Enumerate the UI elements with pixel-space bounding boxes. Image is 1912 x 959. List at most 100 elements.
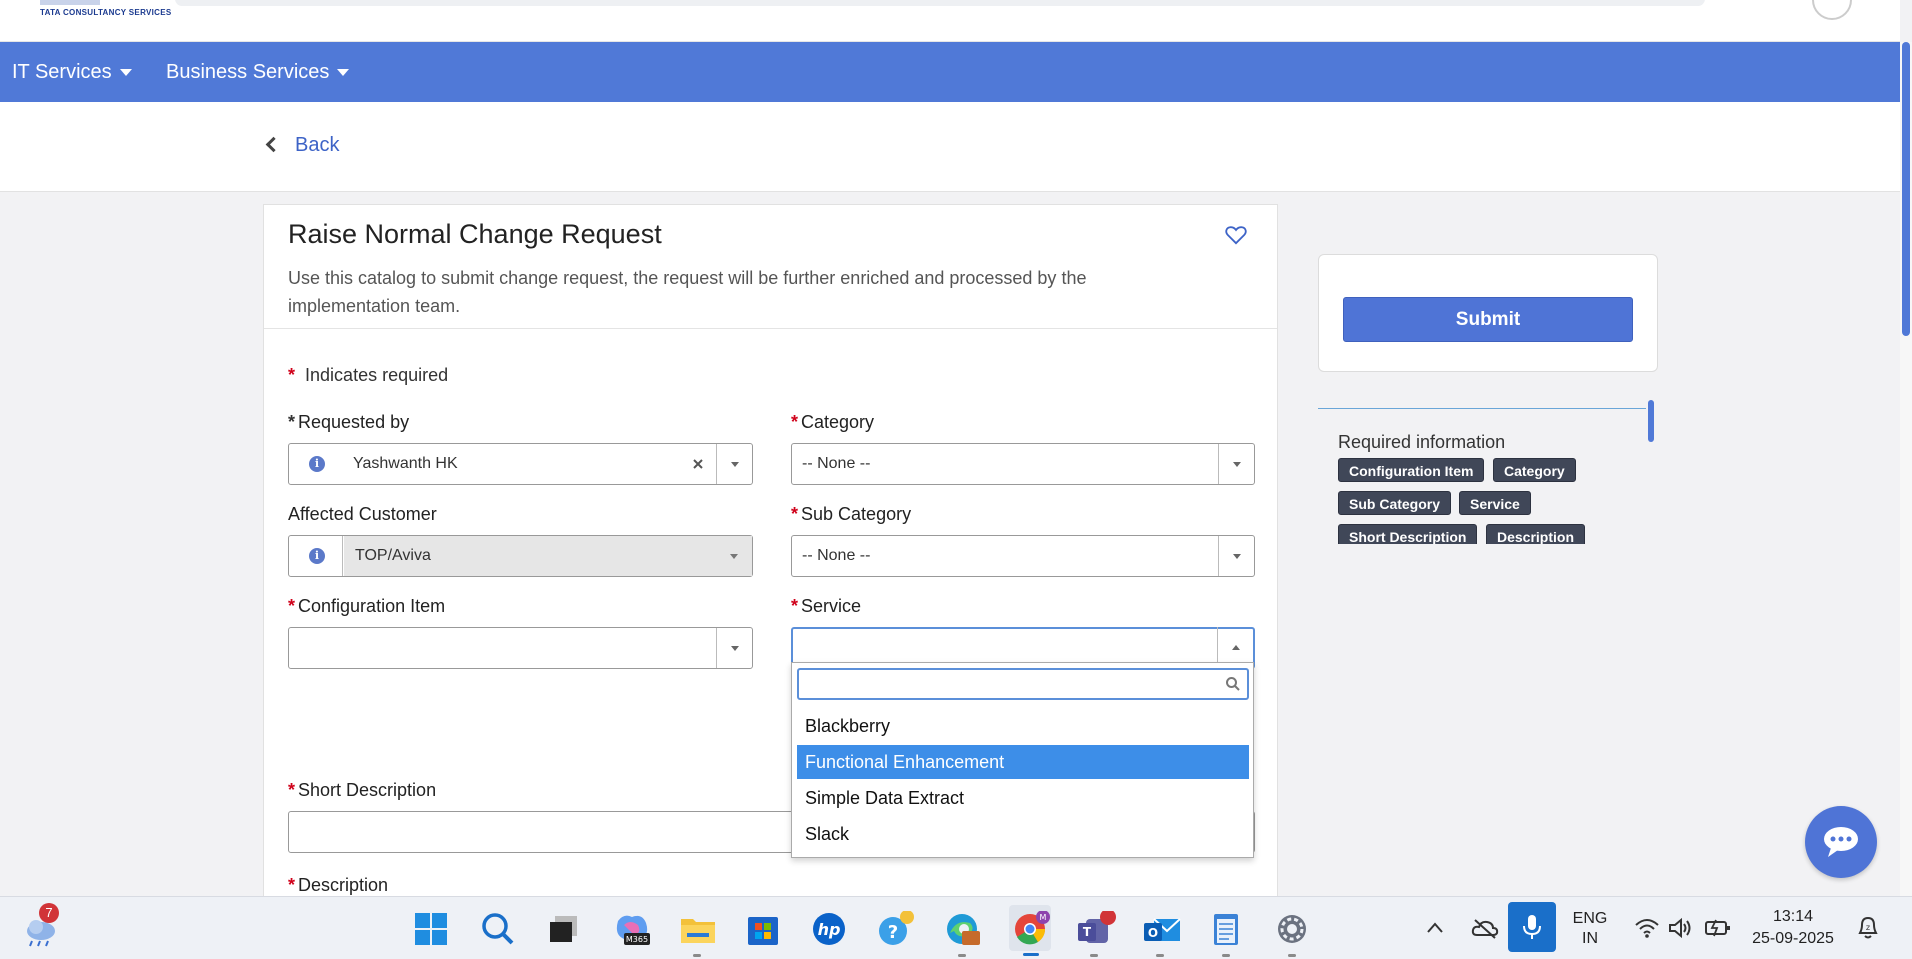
configuration-item-select[interactable] bbox=[288, 627, 753, 669]
requested-by-value: Yashwanth HK bbox=[353, 455, 458, 472]
weather-icon[interactable]: 7 bbox=[22, 903, 59, 947]
microphone-icon[interactable] bbox=[1508, 902, 1556, 952]
settings-icon[interactable] bbox=[1274, 911, 1310, 957]
affected-customer-field[interactable]: i TOP/Aviva bbox=[288, 535, 753, 577]
requested-by-field[interactable]: i Yashwanth HK bbox=[288, 443, 753, 485]
running-indicator bbox=[958, 954, 966, 957]
battery-icon[interactable] bbox=[1704, 918, 1732, 938]
required-tag[interactable]: Category bbox=[1493, 458, 1576, 482]
volume-icon[interactable] bbox=[1668, 917, 1694, 939]
chevron-down-icon[interactable] bbox=[716, 444, 752, 484]
global-search-bar[interactable] bbox=[175, 0, 1705, 6]
chrome-icon[interactable]: M bbox=[1009, 905, 1051, 956]
required-info-panel: Required information Configuration Item … bbox=[1318, 408, 1658, 544]
chevron-up-icon[interactable] bbox=[1217, 627, 1253, 667]
company-logo[interactable]: TATA CONSULTANCY SERVICES bbox=[40, 0, 172, 17]
page-scrollbar[interactable] bbox=[1900, 42, 1912, 896]
chevron-up-icon[interactable] bbox=[1426, 921, 1444, 935]
required-tag[interactable]: Short Description bbox=[1338, 524, 1478, 544]
running-indicator bbox=[1288, 954, 1296, 957]
requested-by-label: * Requested by bbox=[288, 412, 409, 433]
clock-time: 13:14 bbox=[1772, 908, 1814, 925]
required-star: * bbox=[288, 365, 296, 385]
configuration-item-label: * Configuration Item bbox=[288, 596, 445, 617]
language-indicator[interactable]: ENG IN bbox=[1570, 909, 1610, 949]
chevron-left-icon bbox=[265, 136, 282, 153]
chevron-down-icon[interactable] bbox=[716, 628, 752, 668]
description-label-text: Description bbox=[298, 875, 389, 895]
nav-it-services[interactable]: IT Services bbox=[12, 61, 132, 84]
required-star: * bbox=[791, 596, 799, 616]
required-note-text: Indicates required bbox=[305, 365, 449, 385]
notepad-icon[interactable] bbox=[1208, 911, 1244, 957]
edge-icon[interactable] bbox=[944, 911, 980, 957]
file-explorer-icon[interactable] bbox=[679, 911, 715, 957]
svg-text:M: M bbox=[1040, 913, 1047, 922]
store-icon[interactable] bbox=[745, 911, 781, 947]
divider bbox=[1318, 408, 1646, 409]
required-tag[interactable]: Sub Category bbox=[1338, 491, 1452, 515]
sub-category-select[interactable]: -- None -- bbox=[791, 535, 1255, 577]
search-icon[interactable] bbox=[480, 911, 516, 947]
active-indicator bbox=[1023, 953, 1039, 956]
info-icon[interactable]: i bbox=[309, 548, 325, 564]
panel-scrollbar[interactable] bbox=[1648, 400, 1654, 442]
caret-down-icon bbox=[119, 69, 132, 77]
nav-business-services[interactable]: Business Services bbox=[166, 61, 350, 84]
required-star: * bbox=[791, 412, 799, 432]
submit-button[interactable]: Submit bbox=[1343, 297, 1633, 342]
heart-icon[interactable] bbox=[1225, 225, 1247, 245]
required-info-title: Required information bbox=[1338, 432, 1506, 452]
hp-icon[interactable]: hp bbox=[811, 911, 847, 947]
page-title: Raise Normal Change Request bbox=[288, 219, 662, 249]
service-label: * Service bbox=[791, 596, 861, 617]
language-line1: ENG bbox=[1572, 910, 1608, 927]
clock[interactable]: 13:14 25-09-2025 bbox=[1748, 906, 1838, 950]
teams-icon[interactable]: T bbox=[1076, 909, 1116, 957]
svg-text:O: O bbox=[1148, 926, 1158, 940]
language-line2: IN bbox=[1582, 930, 1598, 947]
chat-icon bbox=[1824, 827, 1858, 857]
dropdown-option-highlighted[interactable]: Functional Enhancement bbox=[797, 745, 1249, 779]
category-label-text: Category bbox=[801, 412, 875, 432]
required-star: * bbox=[288, 596, 296, 616]
notifications-icon[interactable]: z bbox=[1856, 915, 1880, 941]
dropdown-option[interactable]: Simple Data Extract bbox=[797, 781, 1249, 815]
short-description-label-text: Short Description bbox=[298, 780, 437, 800]
back-link[interactable]: Back bbox=[265, 134, 340, 157]
task-view-icon[interactable] bbox=[546, 911, 582, 947]
submit-panel: Submit bbox=[1318, 254, 1658, 372]
affected-customer-value: TOP/Aviva bbox=[355, 547, 431, 564]
outlook-icon[interactable]: O bbox=[1142, 911, 1181, 957]
onedrive-icon[interactable] bbox=[1471, 917, 1499, 939]
wifi-icon[interactable] bbox=[1634, 917, 1660, 939]
requested-by-label-text: Requested by bbox=[298, 412, 410, 432]
short-description-label: * Short Description bbox=[288, 780, 436, 801]
affected-customer-label-text: Affected Customer bbox=[288, 504, 437, 524]
running-indicator bbox=[1156, 954, 1164, 957]
help-icon[interactable]: ? bbox=[877, 910, 914, 947]
required-star: * bbox=[791, 504, 799, 524]
clock-date: 25-09-2025 bbox=[1752, 930, 1834, 947]
chevron-down-icon[interactable] bbox=[1218, 444, 1254, 484]
info-icon[interactable]: i bbox=[309, 456, 325, 472]
dropdown-option[interactable]: Slack bbox=[797, 817, 1249, 851]
chevron-down-icon[interactable] bbox=[1218, 536, 1254, 576]
required-tag[interactable]: Service bbox=[1459, 491, 1531, 515]
avatar[interactable] bbox=[1812, 0, 1852, 20]
info-cell: i bbox=[289, 536, 343, 576]
dropdown-option[interactable]: Blackberry bbox=[797, 709, 1249, 743]
start-icon[interactable] bbox=[413, 911, 449, 947]
required-tag[interactable]: Description bbox=[1486, 524, 1586, 544]
svg-text:hp: hp bbox=[818, 920, 841, 939]
clear-icon[interactable] bbox=[692, 458, 704, 470]
dropdown-search-input[interactable] bbox=[797, 668, 1249, 700]
running-indicator bbox=[1222, 954, 1230, 957]
category-select[interactable]: -- None -- bbox=[791, 443, 1255, 485]
scrollbar-thumb[interactable] bbox=[1902, 42, 1910, 336]
required-tag[interactable]: Configuration Item bbox=[1338, 458, 1485, 482]
chat-button[interactable] bbox=[1805, 806, 1877, 878]
back-label: Back bbox=[295, 134, 340, 156]
m365-icon[interactable]: M365 bbox=[612, 911, 650, 947]
affected-customer-label: Affected Customer bbox=[288, 504, 437, 525]
